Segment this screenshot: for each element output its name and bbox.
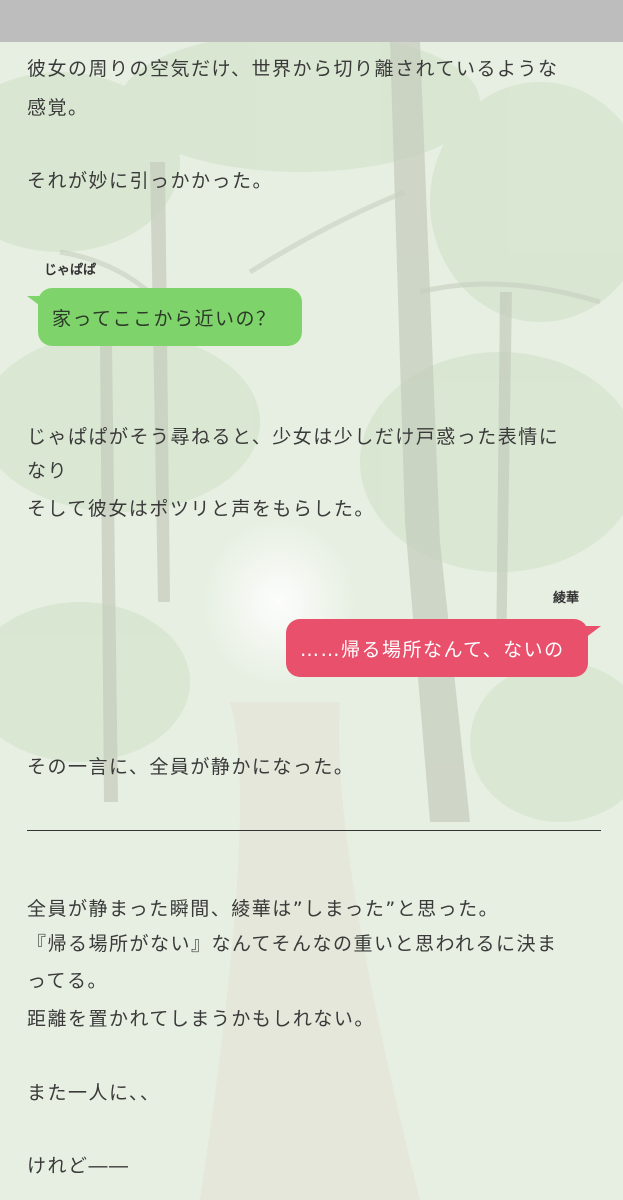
story-text: 感覚。 bbox=[27, 97, 89, 119]
speaker-name-ayaka: 綾華 bbox=[553, 591, 580, 606]
story-text: その一言に、全員が静かになった。 bbox=[27, 756, 355, 778]
story-text: 彼女の周りの空気だけ、世界から切り離されているような bbox=[27, 58, 559, 80]
chat-bubble-japapa: 家ってここから近いの？ bbox=[38, 288, 302, 346]
story-text: じゃぱぱがそう尋ねると、少女は少しだけ戸惑った表情に bbox=[27, 426, 560, 448]
story-text: けれど―― bbox=[27, 1155, 130, 1177]
story-text: また一人に、、 bbox=[27, 1082, 161, 1104]
chat-bubble-text: 家ってここから近いの？ bbox=[52, 307, 277, 330]
section-divider bbox=[27, 830, 601, 831]
story-text: そして彼女はポツリと声をもらした。 bbox=[27, 498, 375, 520]
story-text: 距離を置かれてしまうかもしれない。 bbox=[27, 1008, 375, 1030]
chat-bubble-ayaka: ……帰る場所なんて、ないの bbox=[286, 619, 588, 677]
chat-bubble-text: ……帰る場所なんて、ないの bbox=[300, 638, 565, 661]
story-text: なり bbox=[27, 460, 69, 482]
story-text: 全員が静まった瞬間、綾華は”しまった”と思った。 bbox=[27, 898, 500, 920]
story-text: それが妙に引っかかった。 bbox=[27, 170, 274, 192]
story-text: 『帰る場所がない』なんてそんなの重いと思われるに決ま bbox=[27, 933, 558, 955]
story-text: ってる。 bbox=[27, 970, 109, 992]
speaker-name-japapa: じゃぱぱ bbox=[44, 263, 97, 278]
